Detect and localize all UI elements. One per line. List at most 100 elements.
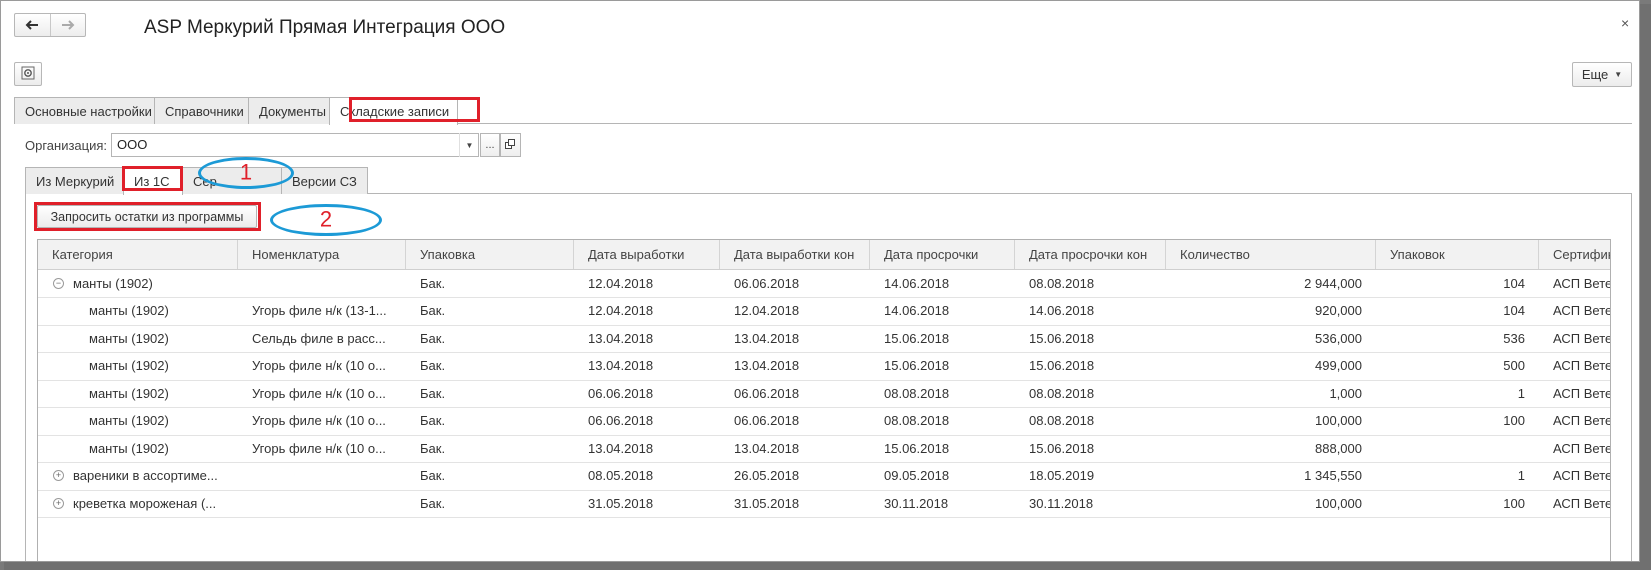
cell-package: Бак. xyxy=(406,434,574,462)
cell-expiry-date-end: 30.11.2018 xyxy=(1015,489,1166,517)
cell-package: Бак. xyxy=(406,297,574,325)
header-expiry-date[interactable]: Дата просрочки xyxy=(870,240,1015,269)
header-category[interactable]: Категория xyxy=(38,240,238,269)
cell-text: Бак. xyxy=(420,303,446,318)
cell-text: Бак. xyxy=(420,358,446,373)
cell-text: Бак. xyxy=(420,440,446,456)
organization-select-button[interactable]: ... xyxy=(480,133,500,157)
cell-package: Бак. xyxy=(406,462,574,490)
request-stock-button[interactable]: Запросить остатки из программы xyxy=(37,205,257,228)
table-row[interactable]: манты (1902) Сельдь филе в расс... Бак. 13.… xyxy=(38,324,1610,353)
expand-icon[interactable]: + xyxy=(53,497,64,509)
cell-packages: 100 xyxy=(1376,489,1539,517)
cell-text: 100 xyxy=(1503,495,1525,511)
cell-text: манты (1902) xyxy=(89,440,169,456)
cell-production-date-end: 06.06.2018 xyxy=(720,269,870,297)
collapse-icon[interactable]: − xyxy=(53,277,64,289)
cell-production-date: 13.04.2018 xyxy=(574,434,720,462)
organization-input[interactable]: ООО xyxy=(111,133,479,157)
tab-certificates[interactable]: Сер xyxy=(182,167,282,194)
organization-open-button[interactable] xyxy=(500,133,521,157)
cell-category: + вареники в ассортиме... xyxy=(38,462,238,490)
table-row[interactable]: манты (1902) Угорь филе н/к (13-1... Бак. 1… xyxy=(38,297,1610,326)
cell-package: Бак. xyxy=(406,407,574,435)
chevron-down-icon: ▼ xyxy=(1614,70,1623,79)
cell-text: манты (1902) xyxy=(89,385,169,401)
forward-button[interactable] xyxy=(49,14,86,36)
cell-category: манты (1902) xyxy=(38,434,238,462)
cell-text: 08.08.2018 xyxy=(1029,413,1095,428)
table-row[interactable]: − манты (1902) Бак. 12.04.2018 06.06.2018 14.… xyxy=(38,269,1611,298)
header-certificate[interactable]: Сертифик xyxy=(1539,240,1610,269)
cell-text: вареники в ассортиме... xyxy=(73,468,218,483)
table-row[interactable]: манты (1902) Угорь филе н/к (10 о... Бак. 0… xyxy=(38,407,1610,436)
cell-text: АСП Вете xyxy=(1553,275,1611,291)
cell-expiry-date-end: 15.06.2018 xyxy=(1015,352,1166,380)
cell-text: 104 xyxy=(1503,275,1525,291)
navigation-buttons xyxy=(14,13,86,37)
cell-text: АСП Вете xyxy=(1553,385,1611,401)
header-production-date-end[interactable]: Дата выработки кон xyxy=(720,240,870,269)
expand-icon[interactable]: + xyxy=(53,470,64,481)
header-quantity[interactable]: Количество xyxy=(1166,240,1376,269)
table-row[interactable]: + вареники в ассортиме... Бак. 08.05.2018 26… xyxy=(38,462,1611,491)
header-nomenclature[interactable]: Номенклатура xyxy=(238,240,406,269)
cell-production-date-end: 06.06.2018 xyxy=(720,407,870,435)
tab-stock-records[interactable]: Складские записи xyxy=(329,97,458,125)
cell-nomenclature: Угорь филе н/к (10 о... xyxy=(238,407,406,435)
cell-nomenclature xyxy=(238,489,406,517)
cell-nomenclature xyxy=(238,462,406,490)
cell-text: 100,000 xyxy=(1315,413,1362,428)
cell-package: Бак. xyxy=(406,352,574,380)
form-settings-button[interactable] xyxy=(14,62,42,86)
cell-production-date-end: 26.05.2018 xyxy=(720,462,870,490)
header-expiry-date-end[interactable]: Дата просрочки кон xyxy=(1015,240,1166,269)
cell-text: 30.11.2018 xyxy=(1029,495,1094,511)
cell-text: 18.05.2019 xyxy=(1029,468,1095,483)
cell-text: 08.08.2018 xyxy=(1029,275,1095,291)
cell-text: Сельдь филе в расс... xyxy=(252,330,386,346)
arrow-right-icon xyxy=(61,20,75,30)
table-row[interactable]: манты (1902) Угорь филе н/к (10 о... Бак. 1… xyxy=(38,434,1610,463)
cell-packages: 104 xyxy=(1376,269,1539,297)
cell-text: 13.04.2018 xyxy=(588,440,654,456)
cell-expiry-date-end: 14.06.2018 xyxy=(1015,297,1166,325)
close-icon[interactable]: × xyxy=(1621,15,1629,31)
cell-package: Бак. xyxy=(406,379,574,407)
cell-text: Угорь филе н/к (10 о... xyxy=(252,440,386,456)
cell-expiry-date-end: 08.08.2018 xyxy=(1015,379,1166,407)
cell-text: манты (1902) xyxy=(73,275,153,291)
header-production-date[interactable]: Дата выработки xyxy=(574,240,720,269)
table-row[interactable]: манты (1902) Угорь филе н/к (10 о... Бак. 0… xyxy=(38,379,1611,408)
cell-text: 08.08.2018 xyxy=(884,385,950,401)
tab-main-settings[interactable]: Основные настройки xyxy=(14,97,155,124)
cell-production-date: 12.04.2018 xyxy=(574,297,720,325)
cell-certificate: АСП Вете xyxy=(1539,269,1611,297)
tab-sz-versions[interactable]: Версии СЗ xyxy=(281,167,368,194)
settings-gear-icon xyxy=(20,65,36,84)
header-packages[interactable]: Упаковок xyxy=(1376,240,1539,269)
more-menu-button[interactable]: Еще ▼ xyxy=(1572,62,1632,87)
table-row[interactable]: манты (1902) Угорь филе н/к (10 о... Бак. 1… xyxy=(38,352,1610,381)
cell-quantity: 100,000 xyxy=(1166,407,1376,435)
tab-directories[interactable]: Справочники xyxy=(154,97,249,124)
cell-certificate: АСП Вете xyxy=(1539,489,1610,517)
cell-certificate: АСП Вете xyxy=(1539,462,1611,490)
cell-expiry-date: 08.08.2018 xyxy=(870,407,1015,435)
cell-production-date: 13.04.2018 xyxy=(574,324,720,352)
cell-quantity: 2 944,000 xyxy=(1166,269,1376,297)
cell-text: АСП Вете xyxy=(1553,468,1611,483)
cell-text: 15.06.2018 xyxy=(884,358,950,373)
tab-documents[interactable]: Документы xyxy=(248,97,330,124)
cell-text: 1,000 xyxy=(1329,385,1362,401)
back-button[interactable] xyxy=(15,14,50,36)
main-tabs: Основные настройки Справочники Документы… xyxy=(14,97,458,125)
stock-table[interactable]: Категория Номенклатура Упаковка Дата выр… xyxy=(37,239,1611,561)
tab-from-mercury[interactable]: Из Меркурий xyxy=(25,167,124,194)
cell-text: 14.06.2018 xyxy=(884,275,950,291)
header-package[interactable]: Упаковка xyxy=(406,240,574,269)
table-row[interactable]: + креветка мороженая (... Бак. 31.05.2018 31… xyxy=(38,489,1610,518)
cell-text: 26.05.2018 xyxy=(734,468,800,483)
tab-from-1c[interactable]: Из 1С xyxy=(123,167,183,195)
organization-dropdown-icon[interactable]: ▼ xyxy=(459,133,479,157)
